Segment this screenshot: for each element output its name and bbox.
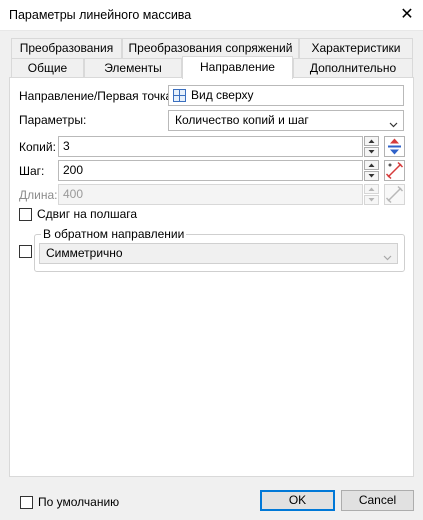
ok-button[interactable]: OK: [260, 490, 335, 511]
close-icon[interactable]: ✕: [396, 4, 418, 26]
step-label: Шаг:: [19, 164, 45, 178]
parameters-value: Количество копий и шаг: [175, 113, 309, 127]
reverse-mode-select[interactable]: Симметрично: [39, 243, 398, 264]
distribute-copies-button[interactable]: [384, 136, 405, 157]
spin-down-icon[interactable]: [364, 171, 379, 181]
reverse-direction-checkbox[interactable]: [19, 245, 32, 258]
copies-spinner[interactable]: [364, 136, 379, 157]
reverse-direction-title: В обратном направлении: [41, 227, 187, 241]
parameters-label: Параметры:: [19, 113, 87, 127]
spin-up-icon[interactable]: [364, 160, 379, 170]
reverse-mode-value: Симметрично: [46, 246, 123, 260]
default-label: По умолчанию: [38, 495, 120, 509]
direction-label: Направление/Первая точка:: [19, 89, 176, 103]
chevron-down-icon: [389, 116, 398, 128]
tab-elements[interactable]: Элементы: [84, 58, 182, 78]
step-spinner[interactable]: [364, 160, 379, 181]
measure-step-button[interactable]: [384, 160, 405, 181]
spin-up-icon[interactable]: [364, 136, 379, 146]
spin-down-icon[interactable]: [364, 195, 379, 205]
step-input[interactable]: 200: [58, 160, 363, 181]
half-step-label: Сдвиг на полшага: [37, 207, 138, 221]
copies-label: Копий:: [19, 140, 56, 154]
direction-field[interactable]: Вид сверху: [168, 85, 404, 106]
length-input[interactable]: 400: [58, 184, 363, 205]
length-label: Длина:: [19, 188, 58, 202]
tab-direction[interactable]: Направление: [182, 56, 293, 79]
parameters-select[interactable]: Количество копий и шаг: [168, 110, 404, 131]
tab-additional[interactable]: Дополнительно: [293, 58, 413, 78]
direction-value: Вид сверху: [191, 88, 254, 102]
spin-down-icon[interactable]: [364, 147, 379, 157]
copies-input[interactable]: 3: [58, 136, 363, 157]
cancel-button[interactable]: Cancel: [341, 490, 414, 511]
view-grid-icon: [173, 89, 186, 102]
window-title: Параметры линейного массива: [9, 8, 192, 22]
tab-transformations[interactable]: Преобразования: [11, 38, 122, 58]
spin-up-icon[interactable]: [364, 184, 379, 194]
tab-characteristics[interactable]: Характеристики: [299, 38, 413, 58]
half-step-checkbox[interactable]: [19, 208, 32, 221]
length-spinner[interactable]: [364, 184, 379, 205]
tab-mate-transformations[interactable]: Преобразования сопряжений: [122, 38, 299, 58]
chevron-down-icon: [383, 249, 392, 261]
tab-general[interactable]: Общие: [11, 58, 84, 78]
default-checkbox[interactable]: [20, 496, 33, 509]
measure-length-button[interactable]: [384, 184, 405, 205]
